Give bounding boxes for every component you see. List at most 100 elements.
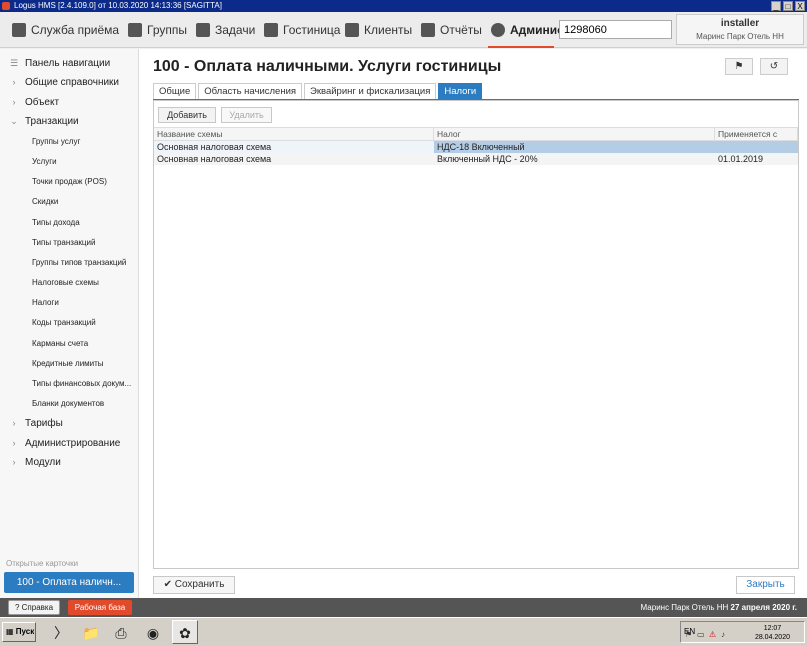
- menu-hotel[interactable]: Гостиница: [264, 21, 340, 39]
- sidebar-item-administration[interactable]: › Администрирование: [0, 435, 121, 451]
- hotel-icon: [264, 23, 278, 37]
- menu-admin[interactable]: Админис: [491, 21, 564, 39]
- clock-date: 28.04.2020: [754, 634, 790, 641]
- status-date: 27 апреля 2020 г.: [730, 603, 797, 612]
- menu-clients[interactable]: Клиенты: [345, 21, 412, 39]
- menu-tasks[interactable]: Задачи: [196, 21, 255, 39]
- close-window-button[interactable]: X: [795, 1, 805, 11]
- cell-applied-from: 01.01.2019: [718, 154, 764, 164]
- tab-charge-area[interactable]: Область начисления: [198, 83, 303, 99]
- sidebar: ☰ Панель навигации › Общие справочники ›…: [0, 49, 139, 598]
- frontdesk-icon: [12, 23, 26, 37]
- sidebar-item-transactions[interactable]: ⌄ Транзакции: [0, 113, 78, 129]
- sidebar-subitem-taxes[interactable]: Налоги: [32, 298, 59, 312]
- sidebar-subitem-income-types[interactable]: Типы дохода: [32, 218, 80, 232]
- chevron-right-icon: ›: [12, 77, 16, 87]
- page-title: 100 - Оплата наличными. Услуги гостиницы: [153, 58, 502, 75]
- sidebar-subitem-fin-doc-types[interactable]: Типы финансовых докум...: [32, 379, 131, 393]
- explorer-icon[interactable]: 📁: [78, 620, 104, 644]
- menu-groups[interactable]: Группы: [128, 21, 187, 39]
- active-menu-indicator: [488, 46, 554, 48]
- tasks-icon: [196, 23, 210, 37]
- table-row[interactable]: Основная налоговая схема НДС-18 Включенн…: [154, 141, 798, 153]
- cell-scheme: Основная налоговая схема: [157, 142, 272, 152]
- start-button[interactable]: ▦ Пуск: [2, 622, 36, 642]
- add-button[interactable]: Добавить: [158, 107, 216, 123]
- sidebar-item-rates[interactable]: › Тарифы: [0, 415, 63, 431]
- top-menu: Служба приёма Группы Задачи Гостиница Кл…: [0, 12, 807, 48]
- window-titlebar: Logus HMS [2.4.109.0] от 10.03.2020 14:1…: [0, 0, 807, 12]
- sidebar-subitem-service-groups[interactable]: Группы услуг: [32, 137, 80, 151]
- check-icon: ✔: [163, 579, 172, 590]
- cell-applied-from: [715, 141, 798, 153]
- groups-icon: [128, 23, 142, 37]
- powershell-icon[interactable]: 〉: [48, 620, 74, 644]
- open-card-tab[interactable]: 100 - Оплата наличн...: [4, 572, 134, 593]
- sidebar-subitem-transaction-codes[interactable]: Коды транзакций: [32, 318, 96, 332]
- sidebar-subitem-services[interactable]: Услуги: [32, 157, 57, 171]
- history-button[interactable]: ↺: [760, 58, 788, 75]
- user-hotel: Маринс Парк Отель НН: [696, 32, 784, 41]
- chevron-down-icon: ⌄: [10, 115, 18, 126]
- sidebar-subitem-discounts[interactable]: Скидки: [32, 197, 58, 211]
- close-button[interactable]: Закрыть: [736, 576, 795, 594]
- os-taskbar: ▦ Пуск 〉 📁 ⎙ ◉ ✿ EN ⚑ ▭ ⚠ ♪ 12:07 28.04.…: [0, 617, 807, 646]
- tab-general[interactable]: Общие: [153, 83, 197, 99]
- column-header-applied-from[interactable]: Применяется с: [715, 128, 798, 140]
- tab-taxes[interactable]: Налоги: [438, 83, 483, 99]
- menu-reports[interactable]: Отчёты: [421, 21, 482, 39]
- app-icon: [2, 2, 10, 10]
- search-input[interactable]: [559, 20, 672, 39]
- status-hotel: Маринс Парк Отель НН: [640, 603, 729, 612]
- help-button[interactable]: ? Справка: [8, 600, 60, 615]
- tag-icon: ⚑: [734, 61, 744, 72]
- sidebar-subitem-transaction-types[interactable]: Типы транзакций: [32, 238, 95, 252]
- window-title: Logus HMS [2.4.109.0] от 10.03.2020 14:1…: [14, 1, 222, 10]
- taxes-grid: Название схемы Налог Применяется с Основ…: [154, 127, 798, 165]
- tab-strip: Общие Область начисления Эквайринг и фис…: [153, 83, 484, 99]
- menu-frontdesk[interactable]: Служба приёма: [12, 21, 119, 39]
- chrome-icon[interactable]: ◉: [140, 620, 166, 644]
- gears-icon: [491, 23, 505, 37]
- sidebar-item-modules[interactable]: › Модули: [0, 454, 61, 470]
- taxes-panel: Добавить Удалить Название схемы Налог Пр…: [153, 100, 799, 569]
- system-tray: ⚑ ▭ ⚠ ♪ 12:07 28.04.2020: [680, 621, 805, 643]
- cell-tax: Включенный НДС - 20%: [437, 154, 538, 164]
- chevron-right-icon: ›: [12, 97, 16, 107]
- column-header-tax[interactable]: Налог: [434, 128, 715, 140]
- sidebar-subitem-pos[interactable]: Точки продаж (POS): [32, 177, 107, 191]
- table-row[interactable]: Основная налоговая схема Включенный НДС …: [154, 153, 798, 165]
- sidebar-item-nav-panel[interactable]: ☰ Панель навигации: [0, 55, 110, 71]
- clock[interactable]: 12:07 28.04.2020: [755, 624, 790, 642]
- undo-icon: ↺: [769, 61, 779, 72]
- sidebar-item-object[interactable]: › Объект: [0, 94, 60, 110]
- save-button[interactable]: ✔ Сохранить: [153, 576, 235, 594]
- sidebar-subitem-folio-windows[interactable]: Карманы счета: [32, 339, 88, 353]
- network-icon[interactable]: ▭: [697, 631, 705, 639]
- maximize-button[interactable]: □: [783, 1, 793, 11]
- sidebar-subitem-tax-schemes[interactable]: Налоговые схемы: [32, 278, 99, 292]
- main-panel: 100 - Оплата наличными. Услуги гостиницы…: [139, 49, 807, 598]
- grid-header: Название схемы Налог Применяется с: [154, 127, 798, 141]
- help-icon: ?: [14, 603, 20, 612]
- security-icon[interactable]: ⚠: [709, 631, 717, 639]
- sidebar-subitem-credit-limits[interactable]: Кредитные лимиты: [32, 359, 104, 373]
- volume-icon[interactable]: ♪: [721, 631, 729, 639]
- logus-app-icon[interactable]: ✿: [172, 620, 198, 644]
- delete-button[interactable]: Удалить: [221, 107, 272, 123]
- chevron-right-icon: ›: [12, 418, 16, 428]
- flag-icon[interactable]: ⚑: [685, 631, 693, 639]
- clock-time: 12:07: [763, 625, 782, 632]
- sidebar-subitem-doc-forms[interactable]: Бланки документов: [32, 399, 104, 413]
- cell-tax: НДС-18 Включенный: [434, 141, 715, 153]
- sidebar-subitem-transaction-type-groups[interactable]: Группы типов транзакций: [32, 258, 126, 272]
- user-name: installer: [720, 18, 760, 29]
- minimize-button[interactable]: _: [771, 1, 781, 11]
- user-panel[interactable]: installer Маринс Парк Отель НН: [676, 14, 804, 45]
- tag-button[interactable]: ⚑: [725, 58, 753, 75]
- printer-icon[interactable]: ⎙: [108, 620, 134, 644]
- tab-acquiring[interactable]: Эквайринг и фискализация: [304, 83, 437, 99]
- open-cards-label: Открытые карточки: [6, 559, 79, 568]
- column-header-scheme[interactable]: Название схемы: [154, 128, 434, 140]
- sidebar-item-common-refs[interactable]: › Общие справочники: [0, 74, 120, 90]
